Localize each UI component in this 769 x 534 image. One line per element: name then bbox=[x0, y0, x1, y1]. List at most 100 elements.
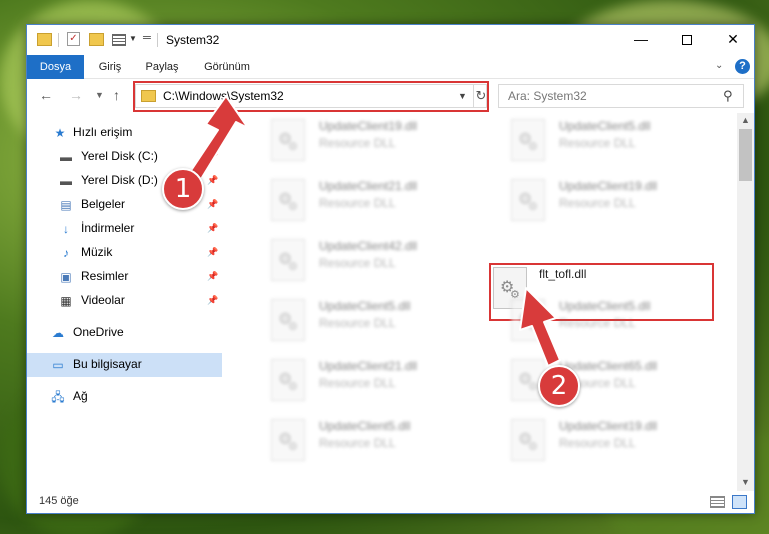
close-button[interactable]: ✕ bbox=[710, 25, 756, 55]
drive-icon: ▬ bbox=[60, 174, 72, 188]
folder-icon bbox=[37, 33, 52, 46]
sidebar-item-label: OneDrive bbox=[73, 325, 124, 339]
dll-file-icon: ⚙ ⚙ bbox=[271, 359, 305, 401]
sidebar-item-label: Videolar bbox=[81, 293, 125, 307]
dll-file-icon: ⚙ ⚙ bbox=[511, 299, 545, 341]
vertical-scrollbar[interactable]: ▲ ▼ bbox=[737, 113, 754, 491]
tab-view[interactable]: Görünüm bbox=[193, 55, 261, 79]
dll-file-icon: ⚙ ⚙ bbox=[271, 119, 305, 161]
tab-file[interactable]: Dosya bbox=[27, 55, 84, 79]
pin-icon[interactable]: 📌 bbox=[207, 199, 218, 210]
step-2-callout: 2 bbox=[538, 365, 580, 407]
pin-icon[interactable]: 📌 bbox=[207, 271, 218, 282]
gear-icon: ⚙ bbox=[528, 201, 538, 213]
sidebar-item-label: Resimler bbox=[81, 269, 129, 283]
pin-icon[interactable]: 📌 bbox=[207, 223, 218, 234]
sidebar-item-label: Yerel Disk (D:) bbox=[81, 173, 158, 187]
file-name: UpdateClient5.dll bbox=[319, 419, 411, 433]
file-name: UpdateClient19.dll bbox=[559, 179, 658, 193]
customize-toolbar-icon[interactable]: ═ bbox=[143, 32, 151, 48]
gear-icon: ⚙ bbox=[288, 441, 298, 453]
dll-file-icon: ⚙ ⚙ bbox=[271, 299, 305, 341]
highlight-box bbox=[133, 81, 489, 112]
sidebar-item-label: Bu bilgisayar bbox=[73, 357, 142, 371]
large-icons-view-icon[interactable] bbox=[732, 495, 747, 509]
file-name: UpdateClient19.dll bbox=[319, 119, 418, 133]
dll-file-icon: ⚙ ⚙ bbox=[511, 119, 545, 161]
gear-icon: ⚙ bbox=[528, 141, 538, 153]
scrollbar-thumb[interactable] bbox=[739, 129, 752, 181]
window-title: System32 bbox=[166, 33, 220, 47]
recent-locations-icon[interactable]: ▼ bbox=[95, 90, 104, 100]
file-name: UpdateClient5.dll bbox=[559, 119, 651, 133]
file-type: Resource DLL bbox=[319, 136, 396, 150]
sidebar-item-label: Hızlı erişim bbox=[73, 125, 133, 139]
minimize-button[interactable]: — bbox=[618, 25, 664, 55]
dll-file-icon: ⚙ ⚙ bbox=[511, 419, 545, 461]
file-item[interactable]: ⚙ ⚙ UpdateClient21.dll Resource DLL bbox=[251, 173, 481, 229]
documents-icon: ▤ bbox=[60, 198, 72, 212]
chevron-down-icon[interactable]: ▼ bbox=[129, 34, 137, 50]
new-folder-icon[interactable] bbox=[89, 33, 104, 46]
sidebar-item-onedrive[interactable]: ☁ OneDrive bbox=[27, 321, 222, 345]
forward-arrow-icon[interactable]: → bbox=[69, 87, 83, 103]
sidebar-item-downloads[interactable]: ↓ İndirmeler 📌 bbox=[27, 217, 222, 241]
scroll-down-icon[interactable]: ▼ bbox=[741, 477, 750, 487]
pin-icon[interactable]: 📌 bbox=[207, 295, 218, 306]
star-icon: ★ bbox=[54, 126, 66, 140]
file-item[interactable]: ⚙ ⚙ UpdateClient5.dll Resource DLL bbox=[251, 293, 481, 349]
details-view-icon[interactable] bbox=[710, 496, 725, 508]
pin-icon[interactable]: 📌 bbox=[207, 247, 218, 258]
file-name: UpdateClient19.dll bbox=[559, 419, 658, 433]
file-name: UpdateClient21.dll bbox=[319, 359, 418, 373]
file-name: UpdateClient42.dll bbox=[319, 239, 418, 253]
search-input[interactable]: Ara: System32 ⚲ bbox=[498, 84, 744, 108]
properties-check-icon[interactable]: ✓ bbox=[67, 32, 80, 46]
cloud-icon: ☁ bbox=[52, 326, 64, 340]
download-icon: ↓ bbox=[63, 222, 69, 236]
file-item[interactable]: ⚙ ⚙ UpdateClient5.dll Resource DLL bbox=[491, 113, 721, 169]
computer-icon: ▭ bbox=[52, 358, 64, 372]
item-count: 145 öğe bbox=[39, 495, 79, 507]
sidebar-item-this-pc[interactable]: ▭ Bu bilgisayar bbox=[27, 353, 222, 377]
sidebar-item-videos[interactable]: ▦ Videolar 📌 bbox=[27, 289, 222, 313]
tab-home[interactable]: Giriş bbox=[84, 55, 136, 79]
sidebar-item-label: Yerel Disk (C:) bbox=[81, 149, 158, 163]
sidebar-item-local-disk-c[interactable]: ▬ Yerel Disk (C:) 📌 bbox=[27, 145, 222, 169]
sidebar-item-music[interactable]: ♪ Müzik 📌 bbox=[27, 241, 222, 265]
gear-icon: ⚙ bbox=[288, 261, 298, 273]
file-item[interactable]: ⚙ ⚙ UpdateClient19.dll Resource DLL bbox=[491, 173, 721, 229]
dll-file-icon: ⚙ ⚙ bbox=[271, 239, 305, 281]
file-type: Resource DLL bbox=[319, 376, 396, 390]
file-type: Resource DLL bbox=[319, 316, 396, 330]
file-list: ⚙ ⚙ UpdateClient19.dll Resource DLL ⚙ ⚙ Up… bbox=[229, 113, 737, 491]
file-item[interactable]: ⚙ ⚙ UpdateClient42.dll Resource DLL bbox=[251, 233, 481, 289]
gear-icon: ⚙ bbox=[288, 201, 298, 213]
search-icon[interactable]: ⚲ bbox=[723, 88, 733, 104]
pin-icon[interactable]: 📌 bbox=[207, 175, 218, 186]
file-name: UpdateClient5.dll bbox=[319, 299, 411, 313]
file-item[interactable]: ⚙ ⚙ UpdateClient5.dll Resource DLL bbox=[491, 293, 721, 349]
tab-share[interactable]: Paylaş bbox=[136, 55, 188, 79]
gear-icon: ⚙ bbox=[288, 321, 298, 333]
file-item[interactable]: ⚙ ⚙ UpdateClient21.dll Resource DLL bbox=[251, 353, 481, 409]
sidebar-item-label: Belgeler bbox=[81, 197, 126, 211]
sidebar-item-network[interactable]: 🖧 Ağ bbox=[27, 385, 222, 409]
scroll-up-icon[interactable]: ▲ bbox=[741, 115, 750, 125]
expand-ribbon-icon[interactable]: ⌄ bbox=[715, 60, 723, 71]
file-type: Resource DLL bbox=[559, 196, 636, 210]
maximize-button[interactable] bbox=[664, 25, 710, 55]
file-item[interactable]: ⚙ ⚙ UpdateClient65.dll Resource DLL bbox=[491, 353, 721, 409]
pin-icon[interactable]: 📌 bbox=[207, 151, 218, 162]
search-placeholder: Ara: System32 bbox=[508, 89, 587, 103]
file-item[interactable]: ⚙ ⚙ UpdateClient19.dll Resource DLL bbox=[251, 113, 481, 169]
file-item[interactable]: ⚙ ⚙ UpdateClient5.dll Resource DLL bbox=[251, 413, 481, 469]
up-arrow-icon[interactable]: ↑ bbox=[113, 87, 120, 103]
help-icon[interactable]: ? bbox=[735, 59, 750, 74]
list-icon[interactable] bbox=[112, 34, 126, 46]
back-arrow-icon[interactable]: ← bbox=[39, 87, 53, 103]
file-item[interactable]: ⚙ ⚙ UpdateClient19.dll Resource DLL bbox=[491, 413, 721, 469]
sidebar-item-pictures[interactable]: ▣ Resimler 📌 bbox=[27, 265, 222, 289]
network-icon: 🖧 bbox=[51, 390, 65, 404]
sidebar-item-quick-access[interactable]: ★ Hızlı erişim bbox=[27, 121, 222, 145]
